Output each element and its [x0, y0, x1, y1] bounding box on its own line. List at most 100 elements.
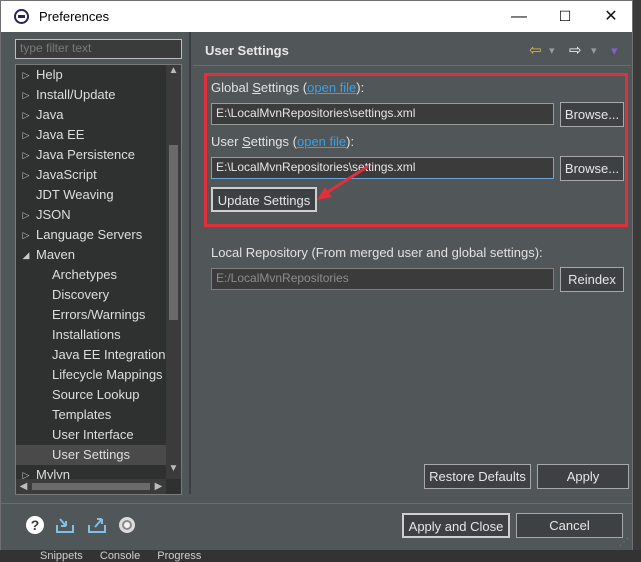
tree-item[interactable]: Discovery	[16, 285, 166, 305]
tree-item[interactable]: Source Lookup	[16, 385, 166, 405]
view-menu-icon[interactable]: ▾	[611, 43, 618, 59]
expand-arrow-icon[interactable]: ▷	[20, 145, 32, 165]
tree-item-label: Lifecycle Mappings	[52, 367, 163, 382]
footer-separator	[1, 503, 632, 504]
tree-item[interactable]: ▷ Help	[16, 65, 166, 85]
forward-history-dropdown-icon[interactable]: ▾	[591, 44, 597, 57]
export-icon[interactable]	[87, 515, 107, 535]
help-icon[interactable]: ?	[25, 515, 45, 535]
tree-item-label: Help	[36, 67, 63, 82]
local-repository-field: E:/LocalMvnRepositories	[211, 268, 554, 290]
tree-item[interactable]: ▷ JavaScript	[16, 165, 166, 185]
expand-arrow-icon[interactable]: ▷	[20, 225, 32, 245]
tree-item-label: Java Persistence	[36, 147, 135, 162]
tree-item[interactable]: Archetypes	[16, 265, 166, 285]
global-open-file-link[interactable]: open file	[307, 80, 356, 95]
tree-item-label: Maven	[36, 247, 76, 262]
user-browse-button[interactable]: Browse...	[560, 156, 624, 181]
global-settings-label-rest: ettings (	[260, 80, 308, 95]
record-icon[interactable]	[117, 515, 137, 535]
background-tab-snippets: Snippets	[40, 550, 83, 562]
back-arrow-icon[interactable]: ⇦	[529, 41, 542, 59]
local-repository-label: Local Repository (From merged user and g…	[211, 245, 543, 260]
expand-arrow-icon[interactable]: ▷	[20, 125, 32, 145]
minimize-button[interactable]: —	[496, 1, 542, 32]
tree-item-label: Java EE	[36, 127, 85, 142]
tree-item[interactable]: ◢ Maven	[16, 245, 166, 265]
restore-defaults-button[interactable]: Restore Defaults	[424, 464, 531, 489]
user-settings-label-suffix: ):	[346, 134, 355, 149]
global-settings-field[interactable]: E:\LocalMvnRepositories\settings.xml	[211, 103, 554, 125]
scroll-thumb[interactable]	[169, 145, 178, 320]
tree-item[interactable]: ▷ Language Servers	[16, 225, 166, 245]
tree-item[interactable]: ▷ Java EE	[16, 125, 166, 145]
expand-arrow-icon[interactable]: ▷	[20, 105, 32, 125]
user-settings-label-rest: ettings (	[250, 134, 297, 149]
tree-item[interactable]: User Interface	[16, 425, 166, 445]
tree-vertical-scrollbar[interactable]: ▲ ▼	[166, 65, 181, 479]
tree-item[interactable]: Lifecycle Mappings	[16, 365, 166, 385]
expand-arrow-icon[interactable]: ▷	[20, 205, 32, 225]
import-icon[interactable]	[55, 515, 75, 535]
user-open-file-link[interactable]: open file	[297, 134, 346, 149]
back-history-dropdown-icon[interactable]: ▾	[549, 44, 555, 57]
svg-text:?: ?	[31, 517, 40, 533]
forward-arrow-icon[interactable]: ⇨	[569, 41, 582, 59]
tree-item[interactable]: User Settings	[16, 445, 166, 465]
header-separator	[193, 65, 631, 66]
tree-item-label: Java EE Integration	[52, 347, 166, 362]
tree-item[interactable]: Errors/Warnings	[16, 305, 166, 325]
global-browse-button[interactable]: Browse...	[560, 102, 624, 127]
maximize-button[interactable]: ☐	[542, 1, 588, 32]
user-settings-label-prefix: User	[211, 134, 243, 149]
tree-item[interactable]: Templates	[16, 405, 166, 425]
expand-arrow-icon[interactable]: ▷	[20, 65, 32, 85]
tree-item[interactable]: Installations	[16, 325, 166, 345]
apply-and-close-button[interactable]: Apply and Close	[402, 513, 510, 538]
background-tab-progress: Progress	[157, 550, 202, 562]
expand-arrow-icon[interactable]: ▷	[20, 85, 32, 105]
filter-input[interactable]: type filter text	[15, 39, 182, 59]
tree-item[interactable]: ▷ JSON	[16, 205, 166, 225]
update-settings-button[interactable]: Update Settings	[211, 187, 317, 212]
title-bar: Preferences — ☐ ✕	[1, 1, 632, 32]
close-button[interactable]: ✕	[588, 1, 634, 32]
tree-item[interactable]: ▷ Java Persistence	[16, 145, 166, 165]
page-navigation: ⇦ ▾ ⇨ ▾ ▾	[529, 41, 625, 59]
window-title: Preferences	[39, 9, 110, 24]
user-settings-mnemonic: S	[242, 134, 251, 149]
scroll-up-icon[interactable]: ▲	[166, 65, 181, 76]
horizontal-scroll-thumb[interactable]	[32, 483, 150, 490]
tree-item[interactable]: ▷ Java	[16, 105, 166, 125]
global-settings-label: Global Settings (open file):	[211, 80, 364, 95]
tree-item-label: Install/Update	[36, 87, 116, 102]
cancel-button[interactable]: Cancel	[516, 513, 623, 538]
tree-item[interactable]: JDT Weaving	[16, 185, 166, 205]
tree-horizontal-scrollbar[interactable]: ◀ ▶	[16, 479, 166, 494]
tree-item-label: Source Lookup	[52, 387, 140, 402]
apply-button[interactable]: Apply	[537, 464, 629, 489]
global-settings-mnemonic: S	[252, 80, 261, 95]
scroll-right-icon[interactable]: ▶	[151, 479, 166, 494]
pane-divider[interactable]	[189, 32, 191, 494]
reindex-button[interactable]: Reindex	[560, 267, 624, 292]
preference-tree[interactable]: ▷ Help ▷ Install/Update ▷ Java ▷ Java EE ▷ Java P…	[15, 64, 182, 495]
scroll-left-icon[interactable]: ◀	[16, 479, 31, 494]
tree-item-label: Templates	[52, 407, 112, 422]
expand-arrow-icon[interactable]: ▷	[20, 165, 32, 185]
tree-item-label: Discovery	[52, 287, 110, 302]
tree-item-label: JavaScript	[36, 167, 97, 182]
resize-grip-icon[interactable]: ⋰	[619, 537, 629, 548]
eclipse-app-icon	[14, 9, 29, 24]
scroll-down-icon[interactable]: ▼	[166, 463, 181, 474]
preferences-dialog: Preferences — ☐ ✕ type filter text ▷ Help…	[0, 0, 633, 551]
tree-item[interactable]: Java EE Integration	[16, 345, 166, 365]
tree-item-label: Archetypes	[52, 267, 118, 282]
tree-item[interactable]: ▷ Install/Update	[16, 85, 166, 105]
collapse-arrow-icon[interactable]: ◢	[20, 245, 32, 265]
tree-item-label: JDT Weaving	[36, 187, 114, 202]
user-settings-field[interactable]: E:\LocalMvnRepositories\settings.xml	[211, 157, 554, 179]
user-settings-label: User Settings (open file):	[211, 134, 354, 149]
tree-item-label: Installations	[52, 327, 121, 342]
tree-item-label: Java	[36, 107, 64, 122]
